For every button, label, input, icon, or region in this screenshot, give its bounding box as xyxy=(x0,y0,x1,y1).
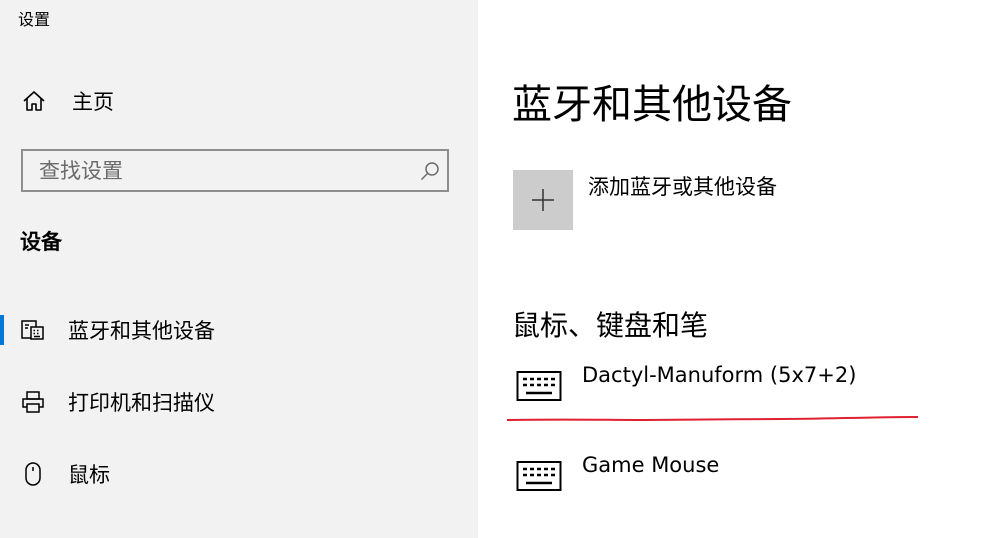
bluetooth-devices-icon xyxy=(20,317,46,343)
add-device-label: 添加蓝牙或其他设备 xyxy=(588,175,777,199)
selected-indicator xyxy=(0,315,4,345)
sidebar-item-printers[interactable]: 打印机和扫描仪 xyxy=(0,377,478,425)
sidebar-item-mouse[interactable]: 鼠标 xyxy=(0,449,478,497)
nav-home-label: 主页 xyxy=(72,90,114,114)
window-title: 设置 xyxy=(18,10,51,29)
main-content: 蓝牙和其他设备 添加蓝牙或其他设备 鼠标、键盘和笔 Dactyl-Manufor… xyxy=(478,0,990,538)
device-name: Dactyl-Manuform (5x7+2) xyxy=(582,363,857,387)
device-name: Game Mouse xyxy=(582,453,720,477)
keyboard-icon xyxy=(516,460,562,494)
sidebar-section-devices: 设备 xyxy=(20,230,62,254)
sidebar-item-label: 打印机和扫描仪 xyxy=(68,391,215,415)
plus-icon xyxy=(513,170,573,230)
sidebar-item-bluetooth[interactable]: 蓝牙和其他设备 xyxy=(0,305,478,353)
add-device-button[interactable]: 添加蓝牙或其他设备 xyxy=(512,169,892,231)
keyboard-icon xyxy=(516,370,562,404)
settings-sidebar: 设置 主页 设备 xyxy=(0,0,478,538)
search-box xyxy=(21,149,449,192)
sidebar-item-label: 蓝牙和其他设备 xyxy=(68,319,215,343)
search-icon[interactable] xyxy=(413,160,447,182)
home-icon xyxy=(20,87,48,115)
nav-home[interactable]: 主页 xyxy=(20,84,440,118)
section-title-mouse-keyboard-pen: 鼠标、键盘和笔 xyxy=(512,309,709,342)
search-input[interactable] xyxy=(23,151,413,190)
sidebar-item-label: 鼠标 xyxy=(68,463,110,487)
printer-icon xyxy=(20,389,46,415)
red-underline-annotation xyxy=(506,416,919,422)
device-item[interactable]: Game Mouse xyxy=(512,453,932,513)
mouse-icon xyxy=(20,461,46,487)
page-title: 蓝牙和其他设备 xyxy=(512,82,792,128)
